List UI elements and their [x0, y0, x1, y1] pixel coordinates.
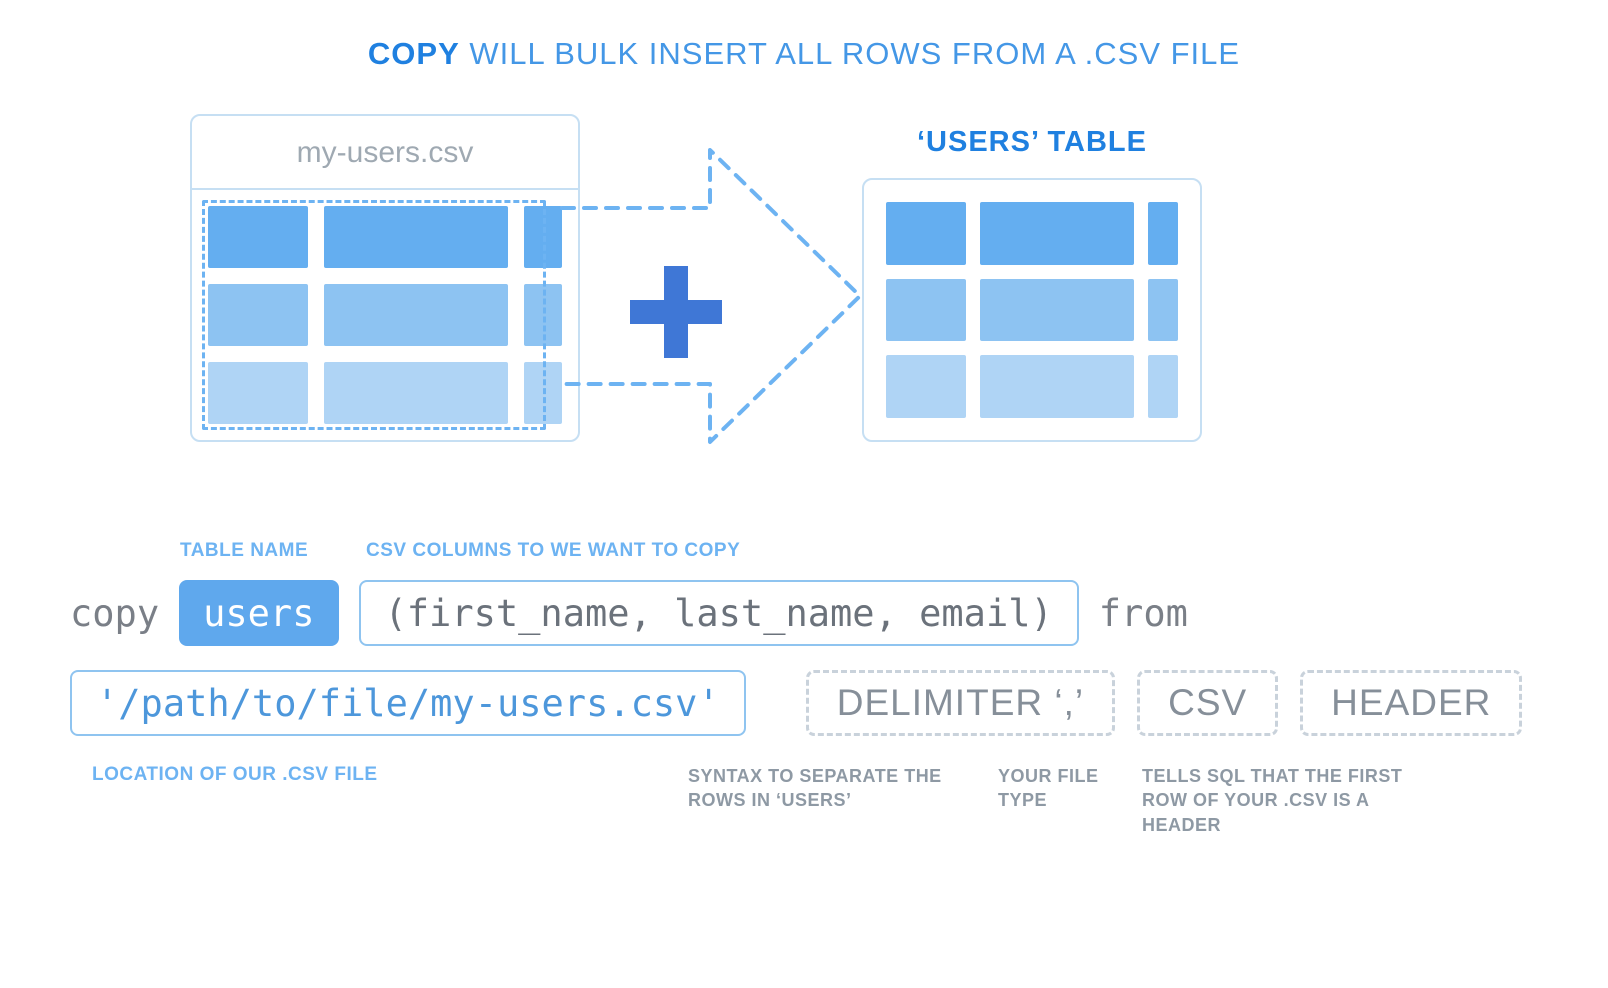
- table-row: [886, 202, 1178, 265]
- table-cell: [208, 284, 308, 346]
- table-cell: [886, 279, 966, 342]
- caption-table-name: TABLE NAME: [180, 540, 308, 562]
- csv-filename-label: my-users.csv: [192, 116, 578, 190]
- sql-token-delimiter: DELIMITER ‘,’: [806, 670, 1115, 736]
- table-cell: [1148, 279, 1178, 342]
- users-table-label: ‘USERS’ TABLE: [862, 126, 1202, 159]
- sql-keyword-copy: copy: [70, 592, 159, 635]
- table-cell: [1148, 355, 1178, 418]
- table-cell: [886, 202, 966, 265]
- table-cell: [886, 355, 966, 418]
- table-row: [208, 362, 562, 424]
- table-cell: [324, 284, 508, 346]
- table-cell: [524, 284, 562, 346]
- table-cell: [208, 206, 308, 268]
- table-row: [208, 284, 562, 346]
- table-cell: [980, 202, 1134, 265]
- caption-path: LOCATION OF OUR .CSV FILE: [92, 764, 378, 786]
- table-cell: [524, 362, 562, 424]
- sql-token-path: '/path/to/file/my-users.csv': [70, 670, 746, 736]
- caption-header: TELLS SQL THAT THE FIRST ROW OF YOUR .CS…: [1142, 764, 1442, 837]
- sql-keyword-from: from: [1099, 592, 1188, 635]
- title-command: COPY: [368, 36, 460, 71]
- sql-token-columns: (first_name, last_name, email): [359, 580, 1079, 646]
- table-row: [208, 206, 562, 268]
- table-cell: [524, 206, 562, 268]
- sql-token-csv: CSV: [1137, 670, 1278, 736]
- table-cell: [324, 206, 508, 268]
- caption-filetype: YOUR FILE TYPE: [998, 764, 1118, 813]
- table-row: [886, 355, 1178, 418]
- sql-token-table: users: [179, 580, 338, 646]
- table-cell: [980, 279, 1134, 342]
- table-row: [886, 279, 1178, 342]
- arrow-icon: [560, 130, 870, 462]
- caption-columns: CSV COLUMNS TO WE WANT TO COPY: [366, 540, 740, 562]
- sql-token-header: HEADER: [1300, 670, 1522, 736]
- table-cell: [208, 362, 308, 424]
- table-cell: [980, 355, 1134, 418]
- diagram-title: COPY WILL BULK INSERT ALL ROWS FROM A .C…: [0, 36, 1608, 72]
- plus-icon: [630, 266, 722, 358]
- users-table-card: [862, 178, 1202, 442]
- table-cell: [1148, 202, 1178, 265]
- csv-grid: [192, 190, 578, 440]
- caption-delimiter: SYNTAX TO SEPARATE THE ROWS IN ‘USERS’: [688, 764, 948, 813]
- table-cell: [324, 362, 508, 424]
- title-text: WILL BULK INSERT ALL ROWS FROM A .CSV FI…: [460, 36, 1240, 71]
- csv-file-card: my-users.csv: [190, 114, 580, 442]
